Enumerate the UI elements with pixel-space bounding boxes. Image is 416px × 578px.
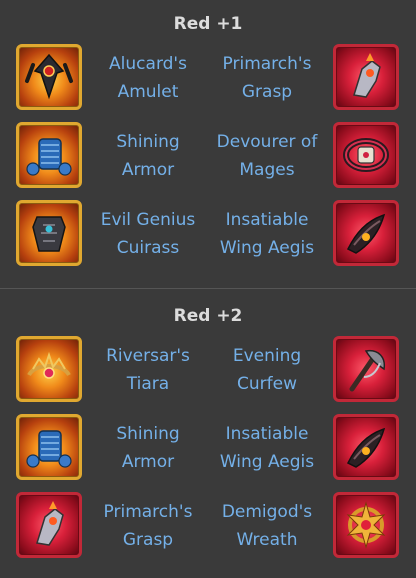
item-name-left[interactable]: Primarch's Grasp [93, 498, 203, 554]
section-red-plus-2: Red +2 Riversar's Tiara Evening Curfew S… [0, 290, 416, 578]
belt-icon[interactable] [333, 122, 399, 188]
item-name-left[interactable]: Riversar's Tiara [93, 342, 203, 398]
item-name-right[interactable]: Devourer of Mages [212, 128, 322, 184]
wing-shield-icon[interactable] [333, 414, 399, 480]
cuirass-icon[interactable] [16, 200, 82, 266]
item-row: Riversar's Tiara Evening Curfew [0, 336, 416, 406]
wing-shield-icon[interactable] [333, 200, 399, 266]
item-row: Primarch's Grasp Demigod's Wreath [0, 492, 416, 562]
gauntlet-icon[interactable] [333, 44, 399, 110]
item-name-right[interactable]: Primarch's Grasp [212, 50, 322, 106]
gauntlet-icon[interactable] [16, 492, 82, 558]
item-name-right[interactable]: Insatiable Wing Aegis [212, 206, 322, 262]
armor-icon[interactable] [16, 122, 82, 188]
item-row: Shining Armor Insatiable Wing Aegis [0, 414, 416, 484]
amulet-icon[interactable] [16, 44, 82, 110]
item-name-left[interactable]: Evil Genius Cuirass [93, 206, 203, 262]
section-heading: Red +1 [173, 14, 243, 34]
item-name-left[interactable]: Alucard's Amulet [93, 50, 203, 106]
item-name-right[interactable]: Demigod's Wreath [212, 498, 322, 554]
item-name-left[interactable]: Shining Armor [93, 128, 203, 184]
item-row: Shining Armor Devourer of Mages [0, 122, 416, 192]
item-name-right[interactable]: Insatiable Wing Aegis [212, 420, 322, 476]
item-name-left[interactable]: Shining Armor [93, 420, 203, 476]
tiara-icon[interactable] [16, 336, 82, 402]
armor-icon[interactable] [16, 414, 82, 480]
section-heading: Red +2 [173, 306, 243, 326]
section-red-plus-1: Red +1 Alucard's Amulet Primarch's Grasp… [0, 0, 416, 288]
item-row: Evil Genius Cuirass Insatiable Wing Aegi… [0, 200, 416, 270]
item-row: Alucard's Amulet Primarch's Grasp [0, 44, 416, 114]
axe-icon[interactable] [333, 336, 399, 402]
item-list-page: Red +1 Alucard's Amulet Primarch's Grasp… [0, 0, 416, 578]
item-name-right[interactable]: Evening Curfew [212, 342, 322, 398]
wreath-icon[interactable] [333, 492, 399, 558]
section-divider [0, 288, 416, 289]
